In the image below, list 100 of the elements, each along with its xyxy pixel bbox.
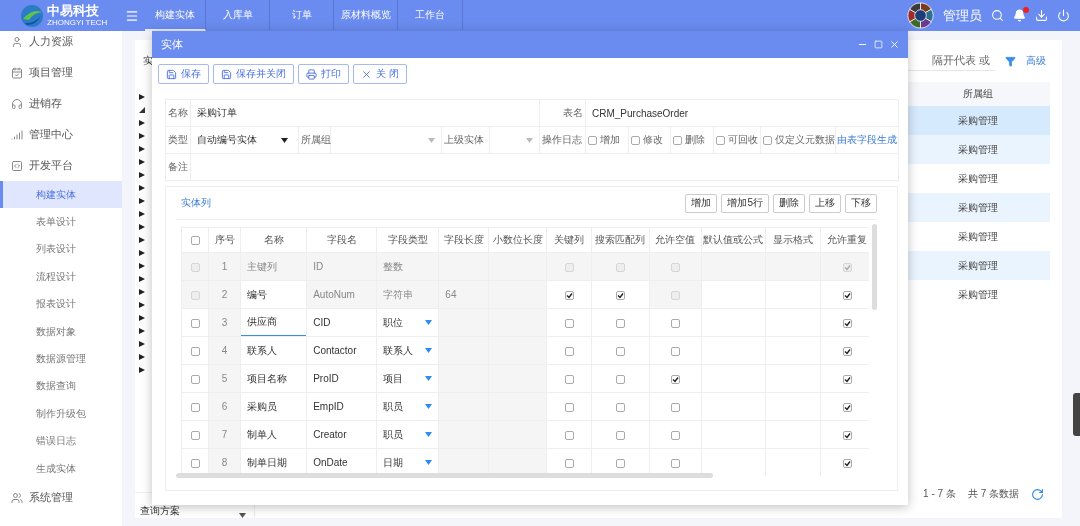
- checkbox[interactable]: [716, 135, 725, 145]
- collapsed-arrow-icon[interactable]: [139, 184, 145, 191]
- toolbar-button[interactable]: 保存并关闭: [213, 64, 294, 84]
- group-select[interactable]: [331, 127, 442, 154]
- collapsed-arrow-icon[interactable]: [139, 314, 145, 321]
- parent-select[interactable]: [490, 127, 540, 154]
- sidebar-subitem[interactable]: 列表设计: [0, 235, 122, 264]
- checkbox[interactable]: [842, 290, 852, 300]
- checkbox[interactable]: [842, 374, 852, 384]
- table-cell[interactable]: 职员: [383, 427, 404, 442]
- sidebar-item[interactable]: 系统管理: [0, 482, 122, 514]
- collapsed-arrow-icon[interactable]: [139, 340, 145, 347]
- sidebar-item[interactable]: 进销存: [0, 88, 122, 119]
- sidebar-subitem[interactable]: 数据查询: [0, 372, 122, 401]
- collapsed-arrow-icon[interactable]: [139, 301, 145, 308]
- checkbox[interactable]: [763, 135, 772, 145]
- toolbar-button[interactable]: 关 闭: [353, 64, 407, 84]
- collapsed-arrow-icon[interactable]: [139, 327, 145, 334]
- collapsed-arrow-icon[interactable]: [139, 223, 145, 230]
- checkbox[interactable]: [190, 236, 200, 246]
- collapsed-arrow-icon[interactable]: [139, 288, 145, 295]
- scrollbar[interactable]: [872, 224, 877, 310]
- checkbox[interactable]: [842, 458, 852, 468]
- toolbar-button[interactable]: 保存: [158, 64, 209, 84]
- checkbox[interactable]: [670, 458, 680, 468]
- table-cell[interactable]: Creator: [306, 420, 377, 449]
- checkbox[interactable]: [842, 430, 852, 440]
- menu-icon[interactable]: [125, 8, 139, 23]
- checkbox[interactable]: [564, 430, 574, 440]
- checkbox[interactable]: [190, 346, 200, 356]
- table-cell[interactable]: CID: [306, 308, 377, 337]
- action-button[interactable]: 增加5行: [721, 193, 769, 213]
- collapsed-arrow-icon[interactable]: [139, 353, 145, 360]
- filter-icon[interactable]: [1005, 55, 1016, 67]
- bell-icon[interactable]: [1013, 9, 1026, 22]
- table-cell[interactable]: 职位: [383, 315, 404, 330]
- toolbar-button[interactable]: 打印: [298, 64, 349, 84]
- checkbox[interactable]: [615, 430, 625, 440]
- checkbox[interactable]: [564, 290, 574, 300]
- action-button[interactable]: 上移: [809, 193, 841, 213]
- sidebar-subitem[interactable]: 制作升级包: [0, 400, 122, 428]
- advanced-link[interactable]: 高级: [1026, 54, 1046, 68]
- action-button[interactable]: 下移: [845, 193, 877, 213]
- collapsed-arrow-icon[interactable]: [139, 275, 145, 282]
- checkbox[interactable]: [190, 430, 200, 440]
- name-field[interactable]: 采购订单: [191, 100, 540, 127]
- checkbox[interactable]: [673, 135, 682, 145]
- table-cell[interactable]: EmpID: [306, 392, 377, 421]
- avatar-icon[interactable]: [907, 2, 934, 29]
- sidebar-subitem[interactable]: 数据源管理: [0, 345, 122, 373]
- checkbox[interactable]: [615, 318, 625, 328]
- sidebar-subitem[interactable]: 错误日志: [0, 427, 122, 455]
- download-icon[interactable]: [1035, 9, 1048, 22]
- checkbox[interactable]: [670, 402, 680, 412]
- checkbox[interactable]: [631, 135, 640, 145]
- type-select[interactable]: 自动编号实体: [191, 127, 299, 154]
- sidebar-subitem[interactable]: 报表设计: [0, 290, 122, 318]
- checkbox[interactable]: [615, 346, 625, 356]
- close-icon[interactable]: [889, 39, 900, 50]
- checkbox[interactable]: [670, 318, 680, 328]
- checkbox[interactable]: [564, 374, 574, 384]
- checkbox[interactable]: [564, 458, 574, 468]
- collapsed-arrow-icon[interactable]: [139, 93, 145, 100]
- checkbox[interactable]: [615, 402, 625, 412]
- table-cell[interactable]: Contactor: [306, 336, 377, 365]
- checkbox[interactable]: [190, 402, 200, 412]
- collapsed-arrow-icon[interactable]: [139, 236, 145, 243]
- generate-link[interactable]: 由表字段生成: [837, 133, 897, 147]
- sidebar-subitem[interactable]: 数据对象: [0, 317, 122, 346]
- table-cell[interactable]: ID: [306, 252, 377, 281]
- sidebar-item[interactable]: 人力资源: [0, 31, 122, 57]
- collapsed-arrow-icon[interactable]: [139, 145, 145, 152]
- collapsed-arrow-icon[interactable]: [139, 119, 145, 126]
- checkbox[interactable]: [615, 458, 625, 468]
- sidebar-item[interactable]: 开发平台: [0, 150, 122, 181]
- expanded-arrow-icon[interactable]: [139, 106, 145, 113]
- checkbox[interactable]: [842, 402, 852, 412]
- name-cell[interactable]: 编号: [247, 287, 268, 302]
- maximize-icon[interactable]: [874, 40, 883, 49]
- section-link[interactable]: 实体列: [181, 196, 211, 210]
- checkbox[interactable]: [564, 318, 574, 328]
- checkbox[interactable]: [190, 374, 200, 384]
- collapsed-arrow-icon[interactable]: [139, 158, 145, 165]
- power-icon[interactable]: [1057, 9, 1070, 22]
- scrollbar[interactable]: [176, 473, 713, 478]
- checkbox[interactable]: [190, 318, 200, 328]
- collapsed-arrow-icon[interactable]: [139, 210, 145, 217]
- collapsed-arrow-icon[interactable]: [139, 132, 145, 139]
- collapsed-arrow-icon[interactable]: [139, 249, 145, 256]
- collapsed-arrow-icon[interactable]: [139, 366, 145, 373]
- sidebar-subitem[interactable]: 表单设计: [0, 208, 122, 236]
- sidebar-item[interactable]: 项目管理: [0, 57, 122, 88]
- table-name-field[interactable]: CRM_PurchaseOrder: [586, 100, 899, 127]
- checkbox[interactable]: [564, 346, 574, 356]
- refresh-icon[interactable]: [1031, 487, 1044, 501]
- checkbox[interactable]: [190, 458, 200, 468]
- sidebar-subitem[interactable]: 生成实体: [0, 454, 122, 483]
- collapsed-arrow-icon[interactable]: [139, 171, 145, 178]
- table-cell[interactable]: 职员: [383, 399, 404, 414]
- sidebar-subitem[interactable]: 流程设计: [0, 263, 122, 291]
